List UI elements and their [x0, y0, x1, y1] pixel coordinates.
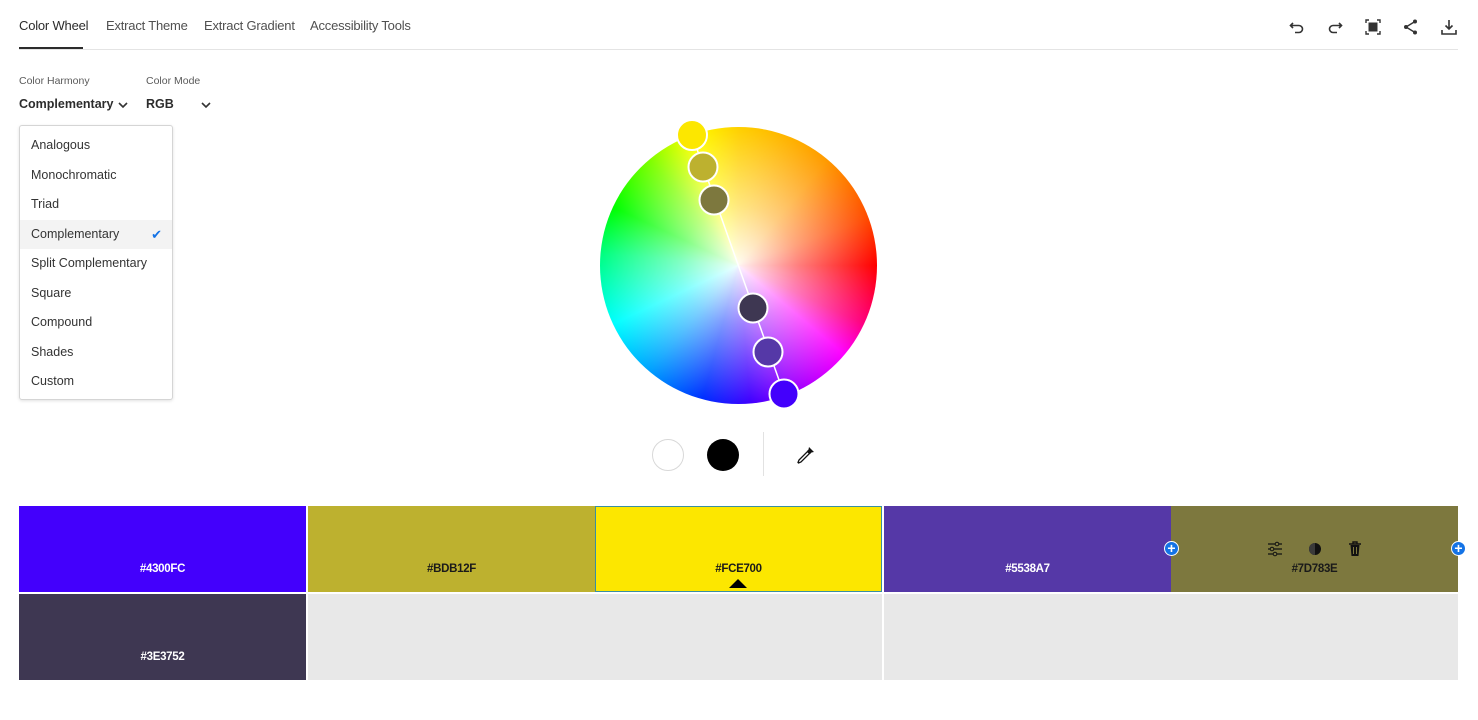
tab-extract-gradient[interactable]: Extract Gradient [204, 18, 295, 33]
trash-icon [1348, 541, 1361, 556]
color-mode-select[interactable]: RGB [146, 97, 174, 111]
chevron-down-icon[interactable] [200, 99, 212, 111]
color-wheel-handles [676, 119, 800, 410]
share-icon [1404, 19, 1417, 35]
base-color-handle[interactable] [676, 119, 708, 151]
color-swatch[interactable]: #BDB12F [308, 506, 595, 592]
redo-icon [1328, 22, 1343, 34]
menu-item-split-complementary[interactable]: Split Complementary [20, 249, 172, 279]
swatch-tools [1171, 540, 1458, 558]
tab-accessibility-tools[interactable]: Accessibility Tools [310, 18, 411, 33]
adjust-sliders-button[interactable] [1266, 540, 1284, 558]
menu-item-custom[interactable]: Custom [20, 367, 172, 397]
download-icon [1441, 20, 1457, 35]
sliders-icon [1267, 541, 1282, 557]
toolbar [1288, 16, 1458, 38]
color-harmony-label: Color Harmony [19, 75, 90, 87]
chevron-down-icon[interactable] [117, 99, 129, 111]
tab-extract-theme[interactable]: Extract Theme [106, 18, 188, 33]
redo-button[interactable] [1326, 16, 1344, 38]
swatch-hex-label[interactable]: #5538A7 [884, 563, 1171, 575]
eyedropper-icon[interactable] [794, 443, 818, 467]
share-button[interactable] [1402, 16, 1420, 38]
contrast-icon [1308, 543, 1321, 555]
add-color-left-button[interactable]: + [1164, 541, 1179, 556]
menu-item-label: Complementary [31, 226, 120, 241]
menu-item-label: Triad [31, 197, 60, 211]
swatch-hex-label[interactable]: #7D783E [1171, 563, 1458, 575]
divider [763, 432, 764, 476]
color-harmony-select[interactable]: Complementary [19, 97, 113, 111]
swatch-hex-label[interactable]: #3E3752 [19, 651, 306, 663]
color-handle[interactable] [752, 336, 784, 368]
undo-button[interactable] [1288, 16, 1306, 38]
white-color-button[interactable] [652, 439, 684, 471]
menu-item-monochromatic[interactable]: Monochromatic [20, 161, 172, 191]
color-swatch[interactable]: #3E3752 [19, 594, 306, 680]
color-handle[interactable] [687, 151, 719, 183]
active-tab-indicator [19, 47, 83, 49]
black-color-button[interactable] [707, 439, 739, 471]
menu-item-complementary[interactable]: Complementary ✔ [20, 219, 172, 249]
tab-color-wheel[interactable]: Color Wheel [19, 18, 89, 33]
fullscreen-icon [1365, 19, 1381, 35]
checkmark-icon: ✔ [151, 226, 162, 242]
menu-item-label: Split Complementary [31, 256, 148, 270]
color-swatch-base[interactable]: #FCE700 [595, 506, 882, 592]
color-swatch[interactable]: #4300FC [19, 506, 306, 592]
color-swatch-hovered[interactable]: #7D783E [1171, 506, 1458, 592]
add-color-right-button[interactable]: + [1451, 541, 1466, 556]
menu-item-label: Shades [31, 344, 74, 359]
menu-item-label: Compound [31, 315, 93, 329]
menu-item-compound[interactable]: Compound [20, 308, 172, 338]
menu-item-triad[interactable]: Triad [20, 190, 172, 220]
color-handle[interactable] [698, 184, 730, 216]
color-handle[interactable] [768, 378, 800, 410]
swatch-hex-label[interactable]: #FCE700 [595, 563, 882, 575]
tab-bar: Color Wheel Extract Theme Extract Gradie… [19, 0, 1458, 50]
swatch-hex-label[interactable]: #BDB12F [308, 563, 595, 575]
color-swatch[interactable]: #5538A7 [884, 506, 1171, 592]
swatch-hex-label[interactable]: #4300FC [19, 563, 306, 575]
color-mode-label: Color Mode [146, 75, 201, 87]
color-handle[interactable] [737, 292, 769, 324]
menu-item-analogous[interactable]: Analogous [20, 131, 172, 161]
empty-swatch-slot [884, 594, 1171, 680]
fullscreen-button[interactable] [1364, 16, 1382, 38]
menu-item-label: Custom [31, 374, 75, 388]
undo-icon [1289, 22, 1304, 34]
menu-item-label: Analogous [31, 138, 91, 152]
menu-item-label: Monochromatic [31, 167, 117, 182]
contrast-button[interactable] [1306, 540, 1324, 558]
empty-swatch-slot [595, 594, 882, 680]
delete-swatch-button[interactable] [1346, 540, 1364, 558]
empty-swatch-slot [1171, 594, 1458, 680]
base-color-marker-icon [729, 579, 747, 588]
menu-item-label: Square [31, 285, 72, 300]
menu-item-shades[interactable]: Shades [20, 338, 172, 368]
menu-item-square[interactable]: Square [20, 279, 172, 309]
download-button[interactable] [1440, 16, 1458, 38]
empty-swatch-slot [308, 594, 595, 680]
harmony-dropdown-menu: Analogous Monochromatic Triad Complement… [19, 125, 173, 400]
